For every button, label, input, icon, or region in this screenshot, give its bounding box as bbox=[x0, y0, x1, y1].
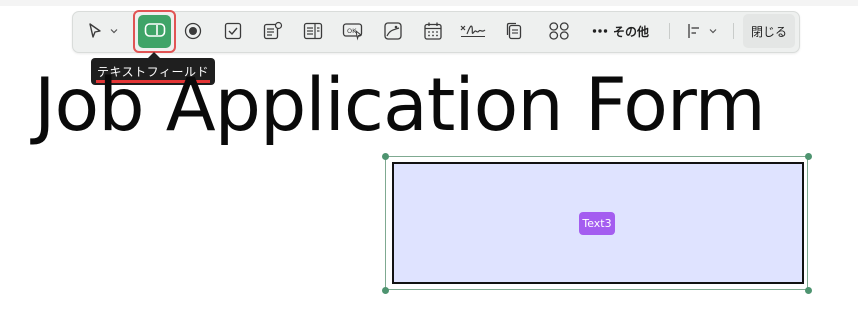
image-field-tool-button[interactable] bbox=[381, 11, 405, 51]
checkbox-tool-button[interactable] bbox=[221, 11, 245, 51]
page-title: Job Application Form bbox=[34, 63, 766, 148]
resize-handle-bottom-right[interactable] bbox=[805, 287, 812, 294]
signature-field-tool-button[interactable] bbox=[458, 11, 488, 51]
copy-icon bbox=[504, 21, 524, 41]
field-name-badge: Text3 bbox=[579, 212, 615, 235]
copy-fields-tool-button[interactable] bbox=[502, 11, 526, 51]
checkbox-icon bbox=[224, 22, 242, 40]
more-tools-label: その他 bbox=[613, 24, 650, 39]
calendar-icon bbox=[423, 21, 443, 41]
chevron-down-icon bbox=[709, 27, 717, 35]
chevron-down-icon bbox=[110, 27, 118, 35]
toolbar-divider bbox=[669, 23, 670, 39]
more-tools-button[interactable]: その他 bbox=[592, 11, 658, 51]
layout-tool-button[interactable] bbox=[546, 11, 572, 51]
image-field-icon bbox=[383, 21, 403, 41]
text-field-icon bbox=[144, 22, 166, 42]
top-strip bbox=[0, 0, 858, 6]
combo-box-tool-button[interactable] bbox=[261, 11, 285, 51]
text-field-tool-button[interactable] bbox=[138, 15, 171, 48]
list-box-icon bbox=[303, 21, 323, 41]
ok-button-icon: OK bbox=[342, 21, 364, 41]
combo-box-icon bbox=[263, 21, 283, 41]
date-field-tool-button[interactable] bbox=[421, 11, 445, 51]
ellipsis-icon bbox=[592, 28, 608, 34]
align-tool-button[interactable] bbox=[682, 11, 722, 51]
grid-icon bbox=[548, 21, 570, 41]
pointer-icon bbox=[86, 22, 104, 40]
radio-button-icon bbox=[184, 22, 202, 40]
radio-button-tool-button[interactable] bbox=[181, 11, 205, 51]
select-tool-button[interactable] bbox=[80, 11, 124, 51]
toolbar-divider bbox=[733, 23, 734, 39]
button-tool-button[interactable]: OK bbox=[341, 11, 365, 51]
resize-handle-bottom-left[interactable] bbox=[382, 287, 389, 294]
list-box-tool-button[interactable] bbox=[301, 11, 325, 51]
resize-handle-top-left[interactable] bbox=[382, 153, 389, 160]
resize-handle-top-right[interactable] bbox=[805, 153, 812, 160]
signature-icon bbox=[459, 21, 487, 41]
close-button[interactable]: 閉じる bbox=[743, 14, 795, 48]
align-left-icon bbox=[687, 22, 703, 40]
